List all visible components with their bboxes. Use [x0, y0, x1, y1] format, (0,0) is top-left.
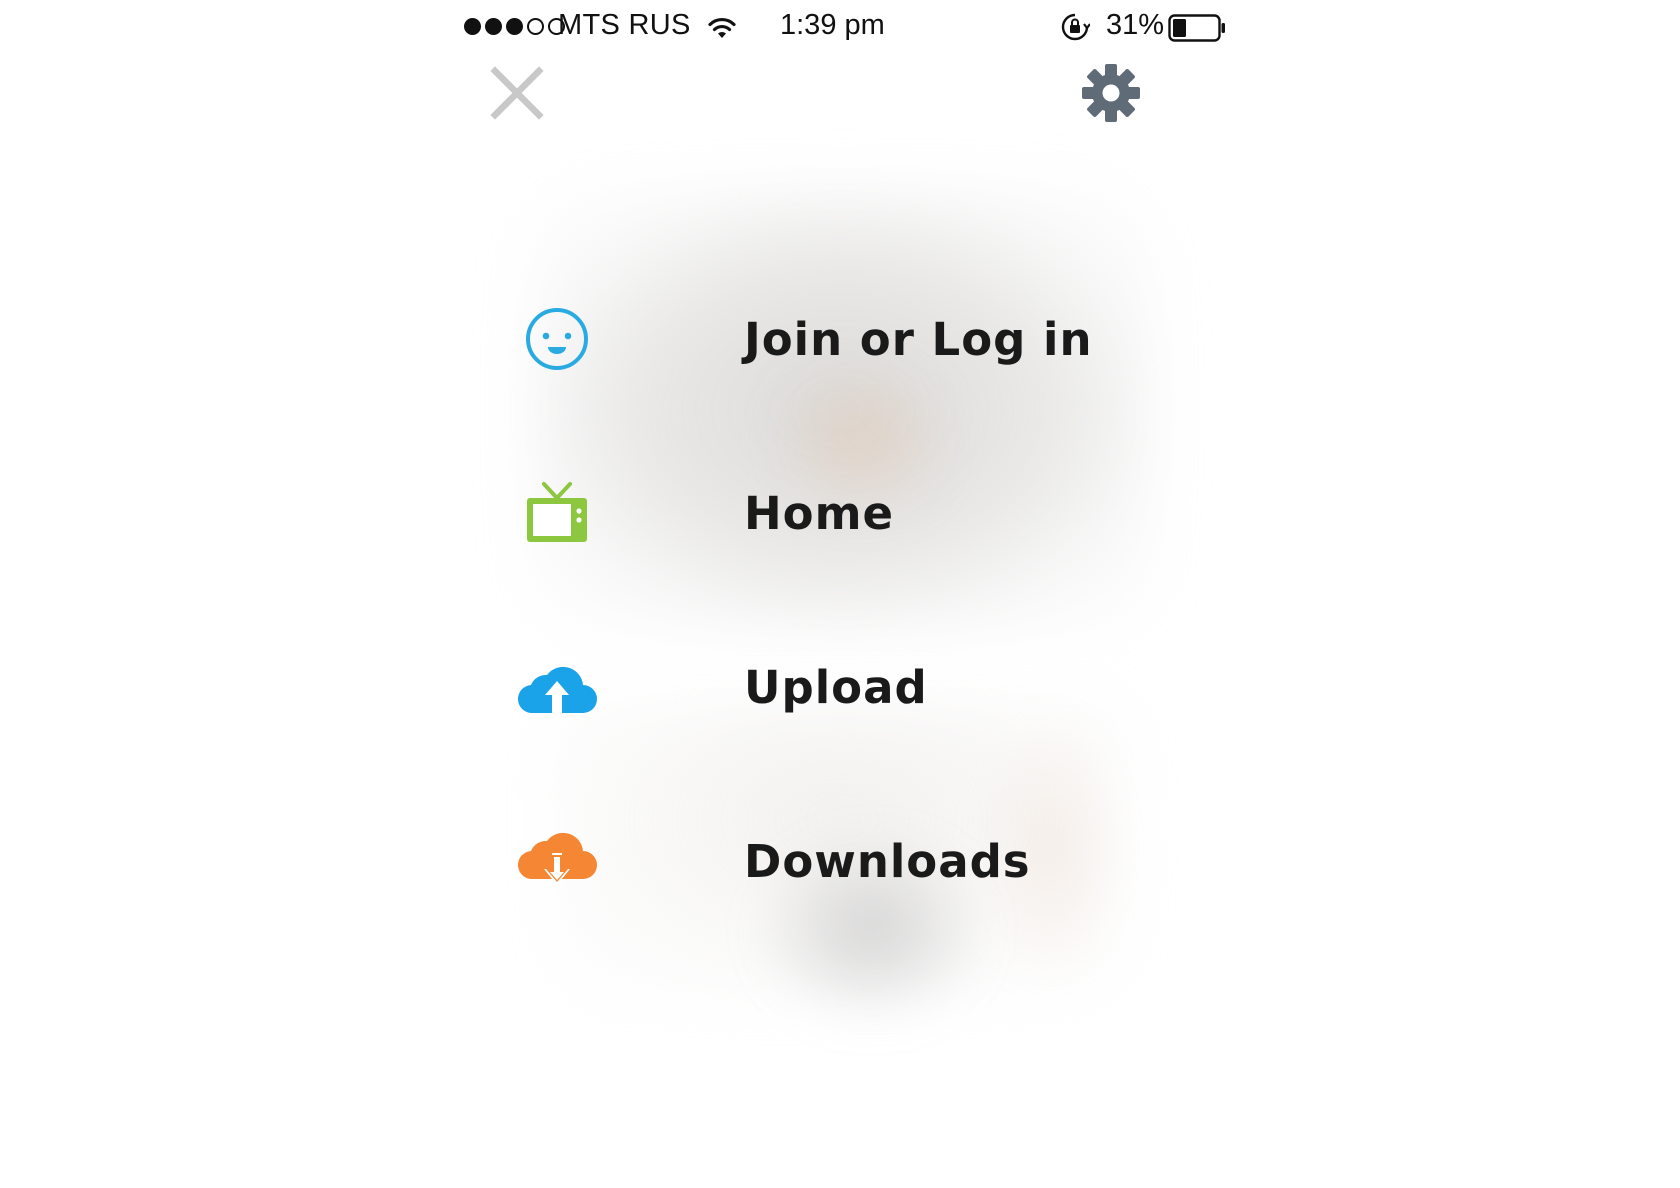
menu-item-label: Upload — [744, 660, 928, 714]
cloud-download-icon — [517, 832, 597, 885]
menu-item-label: Downloads — [744, 834, 1031, 888]
screen: MTS RUS 1:39 pm 31% Join or Log in Home … — [0, 0, 1680, 1188]
menu-item-downloads[interactable]: Downloads — [512, 806, 1132, 916]
menu-item-label: Home — [744, 486, 894, 540]
menu-item-label: Join or Log in — [744, 312, 1093, 366]
menu-item-join-or-log-in[interactable]: Join or Log in — [512, 284, 1132, 394]
menu-item-upload[interactable]: Upload — [512, 632, 1132, 742]
tv-icon — [527, 482, 587, 542]
app-menu-screen: MTS RUS 1:39 pm 31% Join or Log in Home … — [452, 0, 1232, 1188]
main-menu: Join or Log in Home Upload Downloads — [452, 0, 1232, 1188]
cloud-upload-icon — [517, 666, 597, 714]
menu-item-home[interactable]: Home — [512, 458, 1132, 568]
smiley-face-icon — [526, 308, 588, 370]
